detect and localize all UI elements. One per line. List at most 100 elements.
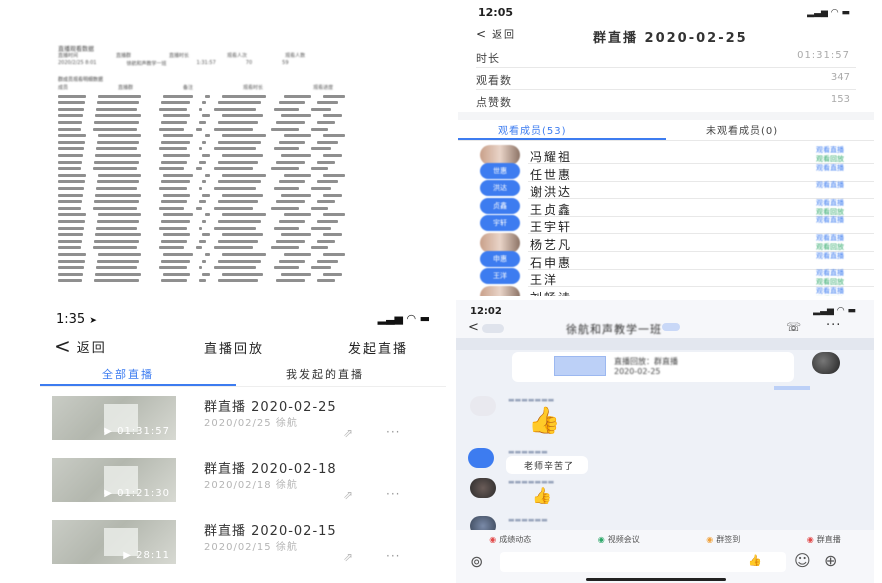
more-options-button[interactable]: ··· [386,487,400,501]
member-row[interactable]: 贞鑫 王贞鑫 观看直播 观看回放 [458,197,874,217]
doc-cell [94,200,139,204]
doc-cell [274,107,299,111]
back-label: 返回 [492,30,517,41]
doc-cell [214,147,256,151]
live-replay-card[interactable]: 直播回放：群直播 2020-02-25 [512,352,794,382]
toolbar-meeting[interactable]: ◉ 视频会议 [598,534,640,545]
replay-title: 群直播 2020-02-15 [204,524,337,539]
doc-cell [214,127,253,131]
doc-table-row [58,213,416,217]
page-title: 直播回放 [204,342,265,357]
doc-cell [323,114,342,118]
more-options-button[interactable]: ··· [386,425,400,439]
watch-status: 观看直播 [794,164,844,173]
plus-icon[interactable]: ⊕ [824,551,837,570]
tab-unwatched[interactable]: 未观看成员(0) [706,122,778,137]
emoji-icon[interactable]: ☺ [794,551,811,570]
member-row[interactable]: 申惠 石申惠 观看直播 [458,250,874,270]
doc-table-row [58,246,416,250]
doc-header-cell: 直播时间 [58,53,79,59]
doc-cell [218,160,258,164]
member-row[interactable]: 洪达 谢洪达 观看直播 [458,180,874,200]
doc-cell [58,160,82,164]
doc-table-row [58,127,416,131]
doc-cell [323,153,342,157]
doc-list-header-cell: 直播群 [118,85,134,91]
doc-table-row [58,279,416,283]
doc-cell [161,140,190,144]
toolbar-grade[interactable]: ◉ 成绩动态 [489,534,531,545]
member-row[interactable]: 刘畅诗 观看直播观看回放 [458,285,874,296]
doc-table-row [58,101,416,105]
doc-cell [196,127,202,131]
video-duration: ▶ 01:31:57 [104,426,170,437]
member-row[interactable]: 冯耀祖 观看直播 观看回放 [458,145,874,165]
avatar[interactable] [468,448,494,468]
member-row[interactable]: 王洋 王洋 观看直播 观看回放 [458,268,874,288]
input-bar: ⊚ 👍 ☺ ⊕ [456,548,874,583]
doc-cell [281,153,311,157]
doc-cell [271,206,299,210]
doc-header-cell: 观看人数 [285,53,306,59]
voice-icon[interactable]: ⊚ [470,552,483,571]
replay-item[interactable]: ▶ 01:21:30 群直播 2020-02-18 2020/02/18 徐航 ⇗ ··… [40,454,452,512]
doc-table-row [58,114,416,118]
watch-live-tag: 观看直播 [816,269,844,278]
doc-cell [311,226,331,230]
tab-watched[interactable]: 观看成员(53) [498,122,567,137]
doc-list-title: 群成员观看明细数据 [58,77,104,83]
page-title: 群直播 2020-02-25 [593,31,748,46]
back-button[interactable]: < 返回 [54,336,107,356]
avatar[interactable] [470,396,496,416]
share-icon[interactable]: ⇗ [343,426,353,440]
doc-cell [311,246,328,250]
watch-status: 观看直播观看回放 [794,199,844,217]
doc-cell [199,120,206,124]
like-icon[interactable]: 👍 [748,554,762,567]
watch-status: 观看直播观看回放 [794,269,844,287]
doc-cell [161,239,187,243]
back-arrow-icon[interactable]: < [468,320,479,335]
more-options-button[interactable]: ··· [386,549,400,563]
call-icon[interactable]: ☏ [786,320,801,334]
video-thumbnail[interactable]: ▶ 01:21:30 [52,458,176,502]
doc-cell [214,107,256,111]
member-row[interactable]: 世惠 任世惠 观看直播 [458,162,874,182]
member-row[interactable]: 杨艺凡 观看直播 观看回放 [458,233,874,253]
doc-cell [214,266,256,270]
duration-text: 28:11 [136,550,170,561]
watch-live-tag: 观看直播 [816,286,844,295]
share-icon[interactable]: ⇗ [343,550,353,564]
avatar[interactable] [470,478,496,498]
watch-status: 观看直播观看回放 [794,287,844,296]
share-icon[interactable]: ⇗ [343,488,353,502]
doc-cell [94,160,139,164]
video-duration: ▶ 28:11 [123,550,170,561]
doc-cell [202,259,206,263]
toolbar-checkin[interactable]: ◉ 群签到 [706,534,740,545]
stat-value: 347 [830,72,850,83]
doc-list-header: 成员 直播群 备注 观看时长 观看进度 [58,84,438,91]
message-input[interactable] [500,552,786,572]
doc-cell [199,107,202,111]
doc-cell [58,266,84,270]
doc-cell [323,252,345,256]
doc-cell [199,160,206,164]
back-button[interactable]: < 返回 [476,26,517,42]
tab-all-live[interactable]: 全部直播 [102,366,154,382]
tab-my-live[interactable]: 我发起的直播 [286,366,364,382]
doc-cell [214,246,253,250]
avatar[interactable] [812,352,840,374]
replay-item[interactable]: ▶ 28:11 群直播 2020-02-15 2020/02/15 徐航 ⇗ ··· [40,516,452,574]
start-live-button[interactable]: 发起直播 [348,338,408,357]
doc-cell [96,186,137,190]
replay-item[interactable]: ▶ 01:31:57 群直播 2020-02-25 2020/02/25 徐航 ⇗ ··… [40,392,452,450]
more-icon[interactable]: ··· [826,318,841,333]
toolbar-live[interactable]: ◉ 群直播 [807,534,841,545]
video-thumbnail[interactable]: ▶ 01:31:57 [52,396,176,440]
member-row[interactable]: 宇轩 王宇轩 观看直播 [458,215,874,235]
doc-cell [58,120,82,124]
message-bubble[interactable]: 老师辛苦了 [506,456,588,474]
doc-list-header-cell: 成员 [58,85,69,91]
video-thumbnail[interactable]: ▶ 28:11 [52,520,176,564]
